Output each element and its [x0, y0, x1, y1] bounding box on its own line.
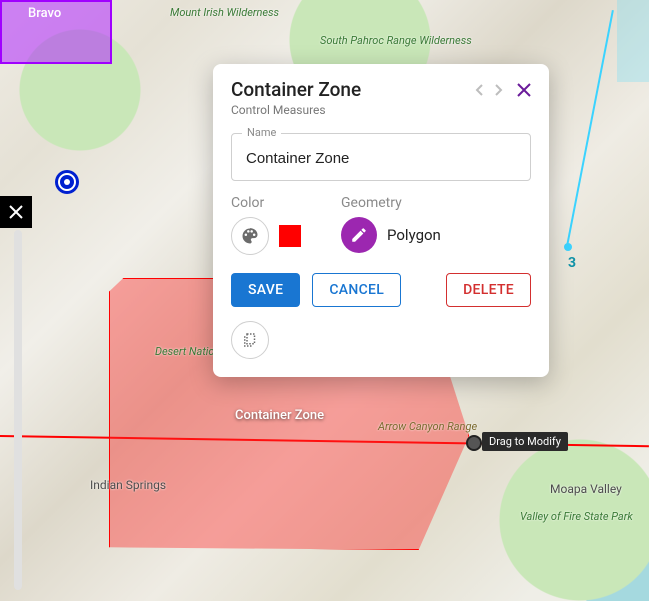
save-button[interactable]: SAVE [231, 273, 300, 307]
popup-title: Container Zone [231, 78, 361, 101]
pencil-icon [350, 226, 368, 244]
close-icon [8, 204, 24, 220]
geometry-value: Polygon [387, 226, 441, 244]
close-panel-button[interactable] [0, 196, 32, 228]
name-field-wrapper: Name [231, 133, 531, 181]
zone-bravo-label: Bravo [28, 6, 61, 21]
popup-subtitle: Control Measures [231, 103, 531, 117]
cyan-waypoint[interactable] [564, 243, 572, 251]
copy-icon [241, 331, 259, 349]
cyan-waypoint-number: 3 [568, 255, 576, 271]
side-scrollbar[interactable] [14, 230, 22, 590]
chevron-right-icon [493, 83, 503, 97]
color-swatch[interactable] [279, 225, 301, 247]
map-label-pahroc: South Pahroc Range Wilderness [320, 34, 472, 47]
delete-button[interactable]: DELETE [446, 273, 531, 307]
palette-icon [240, 226, 260, 246]
cancel-button[interactable]: CANCEL [312, 273, 401, 307]
copy-layer-button[interactable] [231, 321, 269, 359]
map-label-mt-irish: Mount Irish Wilderness [170, 6, 279, 19]
next-button[interactable] [493, 83, 503, 97]
geometry-label: Geometry [341, 195, 441, 211]
name-field-label: Name [242, 126, 281, 139]
close-icon [517, 83, 531, 97]
edit-geometry-button[interactable] [341, 217, 377, 253]
bullseye-marker[interactable] [55, 170, 79, 194]
name-input[interactable] [244, 149, 522, 168]
vertex-tooltip: Drag to Modify [482, 432, 568, 451]
color-label: Color [231, 195, 301, 211]
popup-close-button[interactable] [517, 83, 531, 97]
chevron-left-icon [475, 83, 485, 97]
cyan-path [566, 10, 614, 246]
vertex-handle[interactable] [466, 435, 482, 451]
prev-button[interactable] [475, 83, 485, 97]
zone-editor-popup: Container Zone Control Measures Name Col… [213, 64, 549, 377]
zone-container-label: Container Zone [235, 408, 324, 423]
color-picker-button[interactable] [231, 217, 269, 255]
map-label-moapa: Moapa Valley [550, 482, 622, 496]
map-label-valley-fire: Valley of Fire State Park [520, 510, 633, 523]
